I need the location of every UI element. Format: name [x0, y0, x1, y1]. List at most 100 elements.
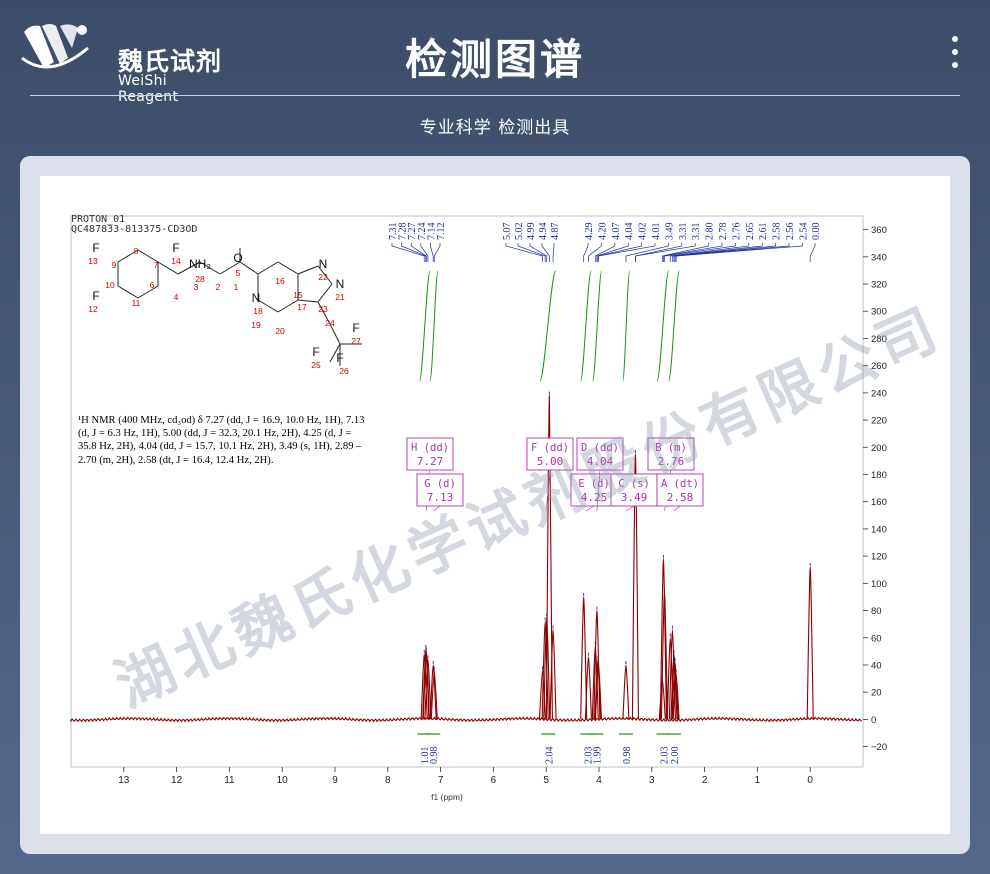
y-tick-label: 360 [871, 225, 887, 236]
atom-index-label: 16 [275, 276, 285, 286]
atom-index-label: 3 [194, 282, 199, 292]
header-divider [30, 95, 960, 96]
peak-label-connector [430, 243, 434, 262]
atom-index-label: 11 [132, 298, 141, 308]
multiplet-shift: 7.27 [417, 455, 444, 468]
integral-curve [429, 270, 439, 382]
atom-index-label: 19 [251, 320, 261, 330]
atom-index-label: 6 [150, 280, 155, 290]
peak-shift-label: 4.02 [638, 223, 649, 241]
atom-label: O [233, 251, 242, 265]
integral-curve [622, 270, 631, 382]
atom-index-label: 25 [311, 360, 321, 370]
y-tick-label: 200 [871, 443, 887, 454]
atom-label: N [319, 257, 328, 271]
nmr-description: ¹H NMR (400 MHz, cd₃od) δ 7.27 (dd, J = … [78, 415, 365, 466]
atom-index-label: 7 [154, 260, 159, 270]
nmr-spectrum-panel: −20 0 20 40 60 80 100 120 140 160 180 200 220 240 260 2… [40, 176, 950, 834]
spectrum-peak [584, 656, 592, 720]
atom-index-label: 22 [318, 272, 328, 282]
peak-shift-label: 5.02 [514, 223, 525, 241]
peak-shift-label: 3.49 [664, 223, 675, 241]
peak-shift-label: 3.31 [691, 223, 702, 241]
y-tick-label: 140 [871, 524, 887, 535]
integral-curve [592, 270, 603, 382]
y-tick-label: 160 [871, 497, 887, 508]
y-tick-label: 20 [871, 688, 882, 699]
peak-label-connector [391, 243, 425, 262]
y-tick-label: 340 [871, 252, 887, 263]
y-tick-label: −20 [871, 742, 887, 753]
molecule-bond [277, 299, 299, 313]
atom-index-label: 24 [325, 318, 335, 328]
peak-shift-label: 4.94 [538, 223, 549, 241]
integral-value: 1.99 [592, 747, 603, 765]
atom-label: N [336, 277, 345, 291]
peak-shift-label: 4.99 [526, 223, 537, 241]
y-tick-label: 80 [871, 606, 882, 617]
x-tick-label: 3 [649, 775, 655, 786]
peak-shift-label: 2.78 [718, 223, 729, 241]
peak-shift-label: 5.07 [502, 223, 513, 241]
peak-label-connector [541, 243, 550, 262]
x-tick-label: 8 [385, 775, 391, 786]
page-subtitle: 专业科学 检测出具 [419, 118, 571, 138]
spectrum-peak [549, 629, 557, 720]
y-tick-label: 320 [871, 280, 887, 291]
peak-shift-label: 7.12 [436, 223, 447, 241]
multiplet-connector [625, 505, 635, 512]
peak-label-connector [809, 243, 816, 262]
integral-curve [668, 270, 680, 382]
integral-value: 2.04 [544, 747, 555, 765]
peak-shift-label: 4.04 [624, 223, 635, 241]
peak-label-connector [552, 243, 555, 262]
more-menu-icon[interactable] [952, 36, 960, 75]
peak-shift-label: 2.61 [758, 223, 769, 241]
x-tick-label: 1 [755, 775, 761, 786]
peak-label-connector [635, 243, 696, 262]
y-tick-label: 60 [871, 633, 882, 644]
integral-value: 0.98 [622, 747, 633, 765]
atom-index-label: 10 [105, 280, 115, 290]
x-tick-label: 4 [596, 775, 602, 786]
peak-shift-label: 4.29 [584, 223, 595, 241]
peak-label-connector [433, 243, 441, 262]
x-tick-label: 0 [807, 775, 813, 786]
atom-index-label: 5 [236, 268, 241, 278]
peak-label-connector [588, 243, 602, 262]
peak-shift-label: 2.56 [785, 223, 796, 241]
spectrum-baseline [70, 716, 863, 723]
x-tick-label: 13 [118, 775, 130, 786]
peak-label-connector [529, 243, 548, 262]
peak-label-connector [583, 243, 589, 262]
atom-index-label: 13 [88, 256, 98, 266]
peak-shift-label: 2.58 [772, 223, 783, 241]
x-tick-label: 12 [171, 775, 183, 786]
atom-index-label: 27 [351, 336, 361, 346]
y-tick-label: 40 [871, 660, 882, 671]
atom-index-label: 18 [253, 306, 263, 316]
molecule-bond [239, 261, 259, 275]
atom-label: F [312, 345, 319, 359]
multiplet-connector [673, 505, 681, 512]
atom-index-label: 4 [174, 292, 179, 302]
integral-value: 0.98 [429, 747, 440, 765]
x-tick-label: 9 [332, 775, 338, 786]
y-tick-label: 120 [871, 552, 887, 563]
menu-dot [952, 49, 958, 55]
atom-label: F [92, 241, 99, 255]
peak-shift-label: 2.76 [731, 223, 742, 241]
y-tick-label: 100 [871, 579, 887, 590]
integral-curve [539, 270, 557, 382]
peak-label-connector [505, 243, 543, 262]
peak-shift-label: 2.80 [705, 223, 716, 241]
spectrum-peak [622, 664, 630, 720]
peak-shift-label: 4.07 [611, 223, 622, 241]
page-title: 检测图谱 [404, 35, 585, 84]
atom-label: F [336, 351, 343, 365]
x-tick-label: 5 [543, 775, 549, 786]
peak-shift-label: 4.20 [597, 223, 608, 241]
peak-shift-label: 4.01 [651, 223, 662, 241]
atom-index-label: 2 [216, 282, 221, 292]
y-tick-label: 0 [871, 715, 876, 726]
